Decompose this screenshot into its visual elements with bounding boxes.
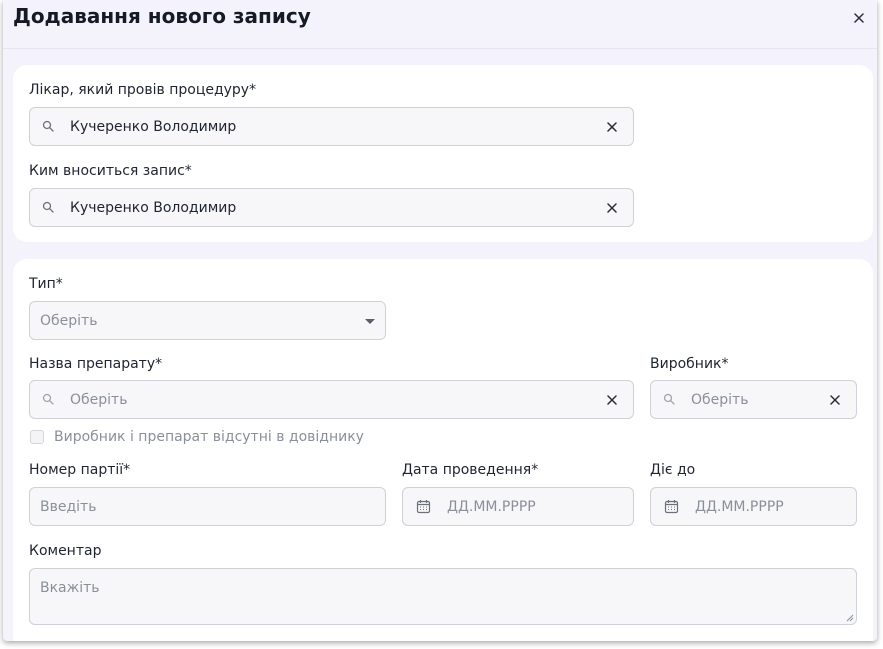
type-placeholder: Оберіть xyxy=(40,312,98,329)
search-icon xyxy=(42,120,54,132)
procedure-card: Тип* Оберіть Назва препарату* Оберіть Ви… xyxy=(13,259,873,641)
type-label: Тип* xyxy=(29,276,63,292)
add-record-modal: Додавання нового запису Лікар, який пров… xyxy=(3,0,877,641)
valid-until-placeholder: ДД.ММ.РРРР xyxy=(695,498,784,515)
drug-search-field[interactable]: Оберіть xyxy=(29,380,634,419)
entered-by-search-field[interactable]: Кучеренко Володимир xyxy=(29,188,634,227)
date-placeholder: ДД.ММ.РРРР xyxy=(447,498,536,515)
chevron-down-icon xyxy=(365,319,375,324)
search-icon xyxy=(42,393,54,405)
missing-in-directory-checkbox[interactable] xyxy=(30,430,44,444)
missing-in-directory-option[interactable]: Виробник і препарат відсутні в довіднику xyxy=(30,429,364,445)
manufacturer-label: Виробник* xyxy=(650,356,729,372)
clear-icon[interactable] xyxy=(607,395,617,405)
comment-textarea[interactable]: Вкажіть xyxy=(29,568,857,625)
search-icon xyxy=(42,201,54,213)
calendar-icon[interactable] xyxy=(664,499,679,514)
entered-by-value: Кучеренко Володимир xyxy=(70,199,237,216)
batch-label: Номер партії* xyxy=(29,462,131,478)
clear-icon[interactable] xyxy=(830,395,840,405)
procedure-date-input[interactable]: ДД.ММ.РРРР xyxy=(402,487,634,526)
resize-handle-icon[interactable] xyxy=(846,614,854,622)
entered-by-label: Ким вноситься запис* xyxy=(29,163,192,179)
valid-until-input[interactable]: ДД.ММ.РРРР xyxy=(650,487,857,526)
manufacturer-placeholder: Оберіть xyxy=(691,391,749,408)
drug-placeholder: Оберіть xyxy=(70,391,128,408)
clear-icon[interactable] xyxy=(607,122,617,132)
date-label: Дата проведення* xyxy=(402,462,539,478)
type-select[interactable]: Оберіть xyxy=(29,301,386,340)
batch-number-input[interactable]: Введіть xyxy=(29,487,386,526)
close-icon xyxy=(854,13,864,23)
comment-label: Коментар xyxy=(29,543,102,559)
drug-label: Назва препарату* xyxy=(29,356,163,372)
calendar-icon[interactable] xyxy=(416,499,431,514)
doctor-value: Кучеренко Володимир xyxy=(70,118,237,135)
modal-title: Додавання нового запису xyxy=(13,4,311,28)
clear-icon[interactable] xyxy=(607,203,617,213)
close-button[interactable] xyxy=(851,10,867,26)
missing-in-directory-label: Виробник і препарат відсутні в довіднику xyxy=(54,429,364,445)
doctor-label: Лікар, який провів процедуру* xyxy=(29,82,257,98)
batch-placeholder: Введіть xyxy=(40,498,97,515)
search-icon xyxy=(663,393,675,405)
comment-placeholder: Вкажіть xyxy=(40,580,100,596)
performer-card: Лікар, який провів процедуру* Кучеренко … xyxy=(13,65,873,242)
valid-until-label: Діє до xyxy=(650,462,696,478)
doctor-search-field[interactable]: Кучеренко Володимир xyxy=(29,107,634,146)
manufacturer-search-field[interactable]: Оберіть xyxy=(650,380,857,419)
modal-header: Додавання нового запису xyxy=(3,0,877,49)
